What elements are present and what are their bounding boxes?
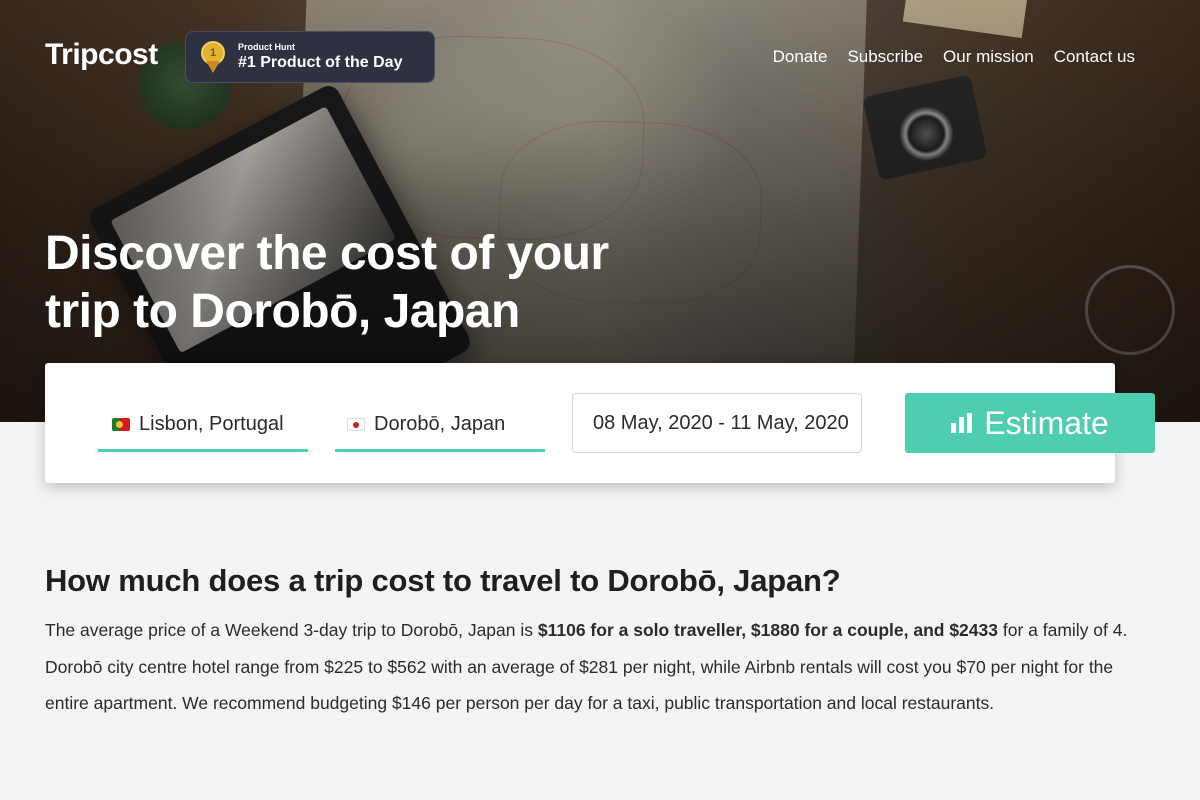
- hero-headline-line1: Discover the cost of your: [45, 227, 609, 280]
- section-body-prices: $1106 for a solo traveller, $1880 for a …: [537, 620, 998, 640]
- product-hunt-badge[interactable]: 1 Product Hunt #1 Product of the Day: [185, 31, 435, 83]
- destination-value: Dorobō, Japan: [374, 413, 506, 435]
- nav-donate[interactable]: Donate: [773, 47, 828, 67]
- badge-big-text: #1 Product of the Day: [238, 54, 403, 71]
- badge-text: Product Hunt #1 Product of the Day: [238, 42, 402, 72]
- section-body-part1: The average price of a Weekend 3-day tri…: [45, 620, 538, 640]
- medal-ribbon: [206, 61, 220, 73]
- medal-icon: 1: [200, 41, 226, 73]
- origin-value: Lisbon, Portugal: [139, 413, 284, 435]
- origin-input[interactable]: Lisbon, Portugal: [98, 400, 308, 452]
- nav-contact-us[interactable]: Contact us: [1054, 47, 1135, 67]
- badge-small-text: Product Hunt: [238, 42, 295, 52]
- section-title: How much does a trip cost to travel to D…: [45, 563, 841, 598]
- nav-our-mission[interactable]: Our mission: [943, 47, 1034, 67]
- date-range-value: 08 May, 2020 - 11 May, 2020: [593, 411, 849, 434]
- hero-headline: Discover the cost of your trip to Dorobō…: [45, 225, 745, 341]
- portugal-flag-icon: [112, 418, 130, 431]
- destination-input[interactable]: Dorobō, Japan: [335, 400, 545, 452]
- date-range-input[interactable]: 08 May, 2020 - 11 May, 2020: [572, 393, 862, 453]
- top-nav: Donate Subscribe Our mission Contact us: [773, 47, 1135, 67]
- logo[interactable]: Tripcost: [45, 38, 158, 72]
- japan-flag-icon: [347, 418, 365, 431]
- hero-headline-line2: trip to Dorobō, Japan: [45, 285, 520, 338]
- section-body: The average price of a Weekend 3-day tri…: [45, 612, 1155, 722]
- estimate-button[interactable]: Estimate: [905, 393, 1155, 453]
- estimate-label: Estimate: [984, 404, 1109, 441]
- bar-chart-icon: [951, 413, 973, 433]
- nav-subscribe[interactable]: Subscribe: [847, 47, 923, 67]
